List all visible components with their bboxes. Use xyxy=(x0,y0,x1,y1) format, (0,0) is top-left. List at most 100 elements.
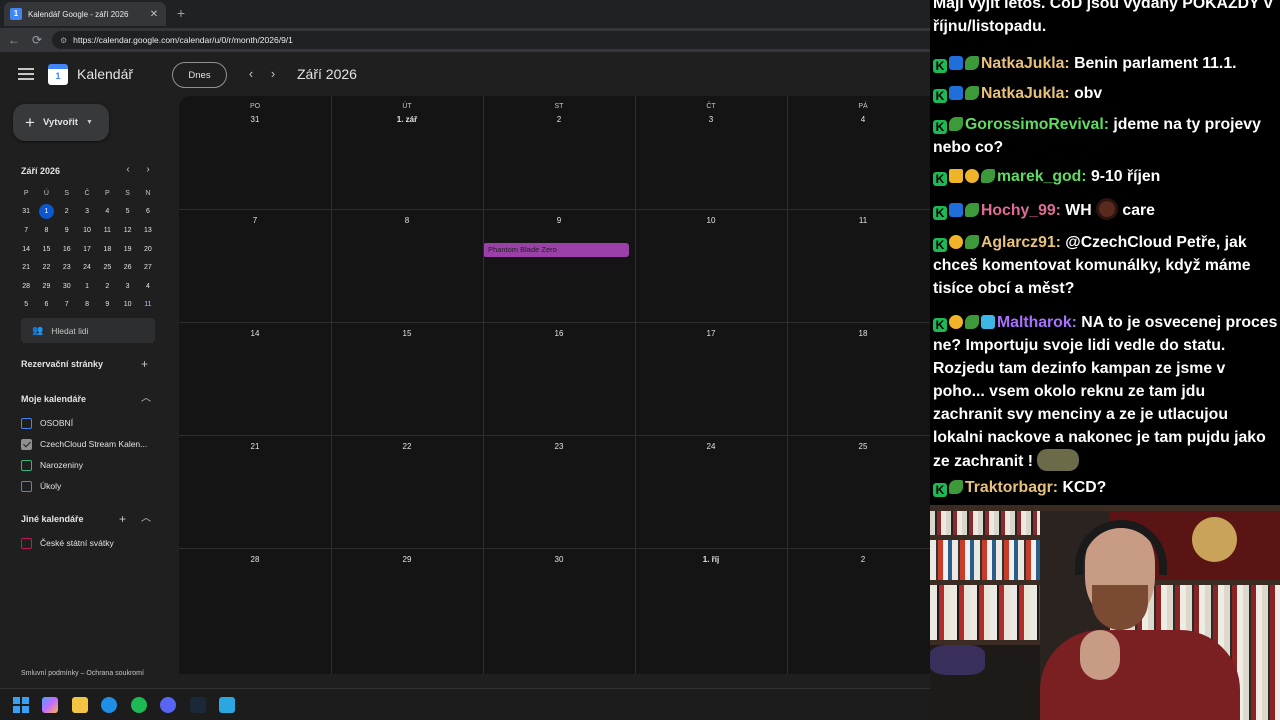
day-number[interactable]: 9 xyxy=(483,216,635,225)
mini-day[interactable]: 2 xyxy=(57,203,77,222)
day-number[interactable]: 10 xyxy=(635,216,787,225)
calendar-item[interactable]: OSOBNÍ xyxy=(21,416,73,430)
today-button[interactable]: Dnes xyxy=(172,62,227,88)
chat-username[interactable]: marek_god xyxy=(997,168,1081,185)
mini-day[interactable]: 8 xyxy=(36,221,56,240)
mini-day[interactable]: 27 xyxy=(138,258,158,277)
mini-day[interactable]: 4 xyxy=(97,203,117,222)
add-other-calendar-icon[interactable]: + xyxy=(119,513,126,525)
mini-day[interactable]: 2 xyxy=(97,277,117,296)
calendar-item[interactable]: Úkoly xyxy=(21,479,61,493)
calendar-item[interactable]: Narozeniny xyxy=(21,458,83,472)
day-number[interactable]: 1. zář xyxy=(331,115,483,124)
mini-day[interactable]: 21 xyxy=(16,258,36,277)
site-info-icon[interactable]: ⚙ xyxy=(60,36,67,45)
mini-day[interactable]: 17 xyxy=(77,240,97,259)
mini-day[interactable]: 5 xyxy=(117,203,137,222)
mini-day[interactable]: 20 xyxy=(138,240,158,259)
mini-day[interactable]: 3 xyxy=(117,277,137,296)
mini-day[interactable]: 7 xyxy=(16,221,36,240)
mini-day[interactable]: 5 xyxy=(16,296,36,315)
url-input[interactable]: ⚙ https://calendar.google.com/calendar/u… xyxy=(52,31,930,49)
spotify-icon[interactable] xyxy=(131,697,147,713)
mini-day[interactable]: 30 xyxy=(57,277,77,296)
create-button[interactable]: + Vytvořit ▼ xyxy=(13,104,109,141)
browser-tab[interactable]: 1 Kalendář Google - září 2026 ✕ xyxy=(4,2,166,26)
day-number[interactable]: 16 xyxy=(483,329,635,338)
day-number[interactable]: 4 xyxy=(787,115,930,124)
mini-day[interactable]: 10 xyxy=(117,296,137,315)
chat-username[interactable]: NatkaJukla xyxy=(981,85,1064,102)
day-number[interactable]: 11 xyxy=(787,216,930,225)
mini-day[interactable]: 25 xyxy=(97,258,117,277)
day-number[interactable]: 30 xyxy=(483,555,635,564)
chat-username[interactable]: Maltharok xyxy=(997,314,1072,331)
discord-icon[interactable] xyxy=(160,697,176,713)
day-number[interactable]: 29 xyxy=(331,555,483,564)
mini-day[interactable]: 18 xyxy=(97,240,117,259)
day-number[interactable]: 24 xyxy=(635,442,787,451)
mini-day[interactable]: 6 xyxy=(36,296,56,315)
event-chip[interactable]: Phantom Blade Zero xyxy=(483,243,629,257)
day-number[interactable]: 1. říj xyxy=(635,555,787,564)
calendar-item[interactable]: České státní svátky xyxy=(21,536,114,550)
mini-day[interactable]: 10 xyxy=(77,221,97,240)
mini-next-icon[interactable]: › xyxy=(142,164,154,175)
back-icon[interactable]: ← xyxy=(6,32,22,48)
day-number[interactable]: 23 xyxy=(483,442,635,451)
day-number[interactable]: 21 xyxy=(179,442,331,451)
new-tab-icon[interactable]: + xyxy=(172,4,190,22)
mini-day[interactable]: 6 xyxy=(138,203,158,222)
booking-pages-title[interactable]: Rezervační stránky xyxy=(21,359,103,369)
prev-month-icon[interactable]: ‹ xyxy=(244,65,258,83)
day-number[interactable]: 25 xyxy=(787,442,930,451)
chat-username[interactable]: NatkaJukla xyxy=(981,55,1064,72)
day-number[interactable]: 14 xyxy=(179,329,331,338)
calendar-item[interactable]: CzechCloud Stream Kalen... xyxy=(21,437,147,451)
day-number[interactable]: 18 xyxy=(787,329,930,338)
mini-day[interactable]: 14 xyxy=(16,240,36,259)
reload-icon[interactable]: ⟳ xyxy=(29,32,45,48)
mini-day[interactable]: 26 xyxy=(117,258,137,277)
day-number[interactable]: 8 xyxy=(331,216,483,225)
mini-day[interactable]: 23 xyxy=(57,258,77,277)
my-calendars-title[interactable]: Moje kalendáře xyxy=(21,394,86,404)
day-number[interactable]: 31 xyxy=(179,115,331,124)
calendar-checkbox[interactable] xyxy=(21,537,32,549)
terms-privacy-link[interactable]: Smluvní podmínky – Ochrana soukromí xyxy=(21,670,144,677)
mini-day[interactable]: 3 xyxy=(77,203,97,222)
calendar-checkbox[interactable] xyxy=(21,438,32,450)
chat-username[interactable]: Aglarcz91 xyxy=(981,234,1056,251)
mini-day[interactable]: 28 xyxy=(16,277,36,296)
mini-day[interactable]: 9 xyxy=(97,296,117,315)
copilot-icon[interactable] xyxy=(42,697,58,713)
day-number[interactable]: 3 xyxy=(635,115,787,124)
mini-day[interactable]: 12 xyxy=(117,221,137,240)
chat-username[interactable]: Traktorbagr xyxy=(965,479,1053,496)
day-number[interactable]: 2 xyxy=(483,115,635,124)
mini-day[interactable]: 29 xyxy=(36,277,56,296)
day-number[interactable]: 28 xyxy=(179,555,331,564)
windows-start-icon[interactable] xyxy=(13,697,29,713)
mini-day[interactable]: 11 xyxy=(138,296,158,315)
file-explorer-icon[interactable] xyxy=(72,697,88,713)
edge-icon[interactable] xyxy=(101,697,117,713)
day-number[interactable]: 22 xyxy=(331,442,483,451)
day-number[interactable]: 15 xyxy=(331,329,483,338)
mini-day[interactable]: 9 xyxy=(57,221,77,240)
mini-day[interactable]: 8 xyxy=(77,296,97,315)
day-number[interactable]: 2 xyxy=(787,555,930,564)
mini-day[interactable]: 1 xyxy=(77,277,97,296)
chat-username[interactable]: Hochy_99 xyxy=(981,202,1056,219)
mini-day[interactable]: 1 xyxy=(36,203,56,222)
mini-prev-icon[interactable]: ‹ xyxy=(122,164,134,175)
calendar-checkbox[interactable] xyxy=(21,417,32,429)
calendar-checkbox[interactable] xyxy=(21,459,32,471)
close-tab-icon[interactable]: ✕ xyxy=(148,9,160,20)
add-booking-icon[interactable]: + xyxy=(141,358,148,370)
mini-day[interactable]: 31 xyxy=(16,203,36,222)
mini-day[interactable]: 4 xyxy=(138,277,158,296)
notepad-icon[interactable] xyxy=(219,697,235,713)
steam-icon[interactable] xyxy=(190,697,206,713)
mini-day[interactable]: 19 xyxy=(117,240,137,259)
